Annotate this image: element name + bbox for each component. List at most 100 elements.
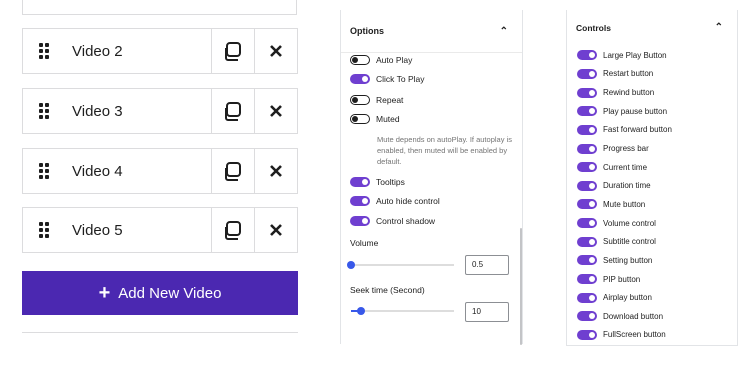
toggle-auto-hide-control[interactable]: Auto hide control xyxy=(350,196,440,206)
toggle-play-pause-button[interactable]: Play pause button xyxy=(577,102,672,121)
toggle-current-time[interactable]: Current time xyxy=(577,158,672,177)
seek-time-label: Seek time (Second) xyxy=(350,285,425,295)
duplicate-button[interactable] xyxy=(211,149,254,193)
toggle-auto-play[interactable]: Auto Play xyxy=(350,55,412,65)
video-title: Video 2 xyxy=(72,42,123,60)
video-list-panel: Video 2 Video 3 Video 4 Video 5 + Add Ne… xyxy=(0,0,320,369)
volume-input[interactable]: 0.5 xyxy=(465,255,509,275)
toggle-control-shadow[interactable]: Control shadow xyxy=(350,216,435,226)
toggle-label: Progress bar xyxy=(603,144,649,154)
toggle-switch[interactable] xyxy=(577,236,597,247)
remove-button[interactable] xyxy=(254,208,297,252)
toggle-progress-bar[interactable]: Progress bar xyxy=(577,139,672,158)
toggle-switch[interactable] xyxy=(350,55,370,65)
duplicate-button[interactable] xyxy=(211,89,254,133)
video-row-main[interactable]: Video 3 xyxy=(23,89,211,133)
slider-thumb[interactable] xyxy=(347,261,355,269)
scrollbar[interactable] xyxy=(520,228,522,345)
video-row-main[interactable]: Video 5 xyxy=(23,208,211,252)
seek-time-input[interactable]: 10 xyxy=(465,302,509,322)
drag-handle-icon[interactable] xyxy=(39,222,53,238)
drag-handle-icon[interactable] xyxy=(39,103,53,119)
remove-button[interactable] xyxy=(254,149,297,193)
toggle-switch[interactable] xyxy=(577,255,597,266)
toggle-switch[interactable] xyxy=(577,180,597,191)
chevron-up-icon[interactable]: ⌃ xyxy=(500,26,508,37)
toggle-switch[interactable] xyxy=(350,196,370,206)
toggle-volume-control[interactable]: Volume control xyxy=(577,214,672,233)
toggle-label: FullScreen button xyxy=(603,330,666,340)
toggle-rewind-button[interactable]: Rewind button xyxy=(577,83,672,102)
toggle-switch[interactable] xyxy=(577,329,597,340)
toggle-fullscreen-button[interactable]: FullScreen button xyxy=(577,326,672,345)
toggle-switch[interactable] xyxy=(350,114,370,124)
toggle-click-to-play[interactable]: Click To Play xyxy=(350,74,425,84)
toggle-subtitle-control[interactable]: Subtitle control xyxy=(577,232,672,251)
options-panel-header[interactable]: Options ⌃ xyxy=(341,10,522,53)
toggle-large-play-button[interactable]: Large Play Button xyxy=(577,46,672,65)
toggle-switch[interactable] xyxy=(577,143,597,154)
toggle-label: Control shadow xyxy=(376,216,436,226)
video-row-main[interactable]: Video 4 xyxy=(23,149,211,193)
drag-handle-icon[interactable] xyxy=(39,43,53,59)
close-icon xyxy=(270,105,282,117)
toggle-tooltips[interactable]: Tooltips xyxy=(350,177,405,187)
controls-panel-header[interactable]: Controls ⌃ xyxy=(567,10,737,45)
plus-icon: + xyxy=(98,282,111,304)
toggle-switch[interactable] xyxy=(350,74,370,84)
toggle-label: Rewind button xyxy=(603,88,655,98)
toggle-label: Download button xyxy=(603,311,664,321)
toggle-switch[interactable] xyxy=(577,274,597,284)
toggle-switch[interactable] xyxy=(350,177,370,187)
toggle-restart-button[interactable]: Restart button xyxy=(577,65,672,84)
toggle-switch[interactable] xyxy=(577,311,597,322)
remove-button[interactable] xyxy=(254,89,297,133)
toggle-label: Muted xyxy=(376,114,400,124)
volume-slider[interactable] xyxy=(347,261,454,269)
toggle-mute-button[interactable]: Mute button xyxy=(577,195,672,214)
toggle-airplay-button[interactable]: Airplay button xyxy=(577,288,672,307)
toggle-switch[interactable] xyxy=(577,68,597,79)
close-icon xyxy=(270,45,282,57)
duplicate-icon xyxy=(225,102,241,121)
previous-video-row xyxy=(22,0,297,15)
duplicate-button[interactable] xyxy=(211,208,254,252)
toggle-label: Click To Play xyxy=(376,74,425,84)
controls-title: Controls xyxy=(576,22,611,33)
toggle-switch[interactable] xyxy=(577,218,597,229)
duplicate-icon xyxy=(225,162,241,181)
toggle-pip-button[interactable]: PIP button xyxy=(577,270,672,289)
video-row: Video 2 xyxy=(22,28,298,74)
add-new-video-button[interactable]: + Add New Video xyxy=(22,271,298,315)
toggle-label: Fast forward button xyxy=(603,125,672,135)
toggle-repeat[interactable]: Repeat xyxy=(350,95,403,105)
video-row-main[interactable]: Video 2 xyxy=(23,29,211,73)
toggle-label: Auto hide control xyxy=(376,196,440,206)
video-title: Video 3 xyxy=(72,102,123,120)
toggle-switch[interactable] xyxy=(577,292,597,303)
chevron-up-icon[interactable]: ⌃ xyxy=(715,22,723,33)
toggle-label: PIP button xyxy=(603,274,641,284)
toggle-switch[interactable] xyxy=(350,216,370,226)
toggle-muted[interactable]: Muted xyxy=(350,114,400,124)
toggle-duration-time[interactable]: Duration time xyxy=(577,176,672,195)
toggle-switch[interactable] xyxy=(577,162,597,173)
seek-time-slider[interactable] xyxy=(351,307,454,315)
toggle-switch[interactable] xyxy=(577,87,597,98)
toggle-switch[interactable] xyxy=(577,124,597,135)
toggle-fast-forward-button[interactable]: Fast forward button xyxy=(577,121,672,140)
remove-button[interactable] xyxy=(254,29,297,73)
toggle-switch[interactable] xyxy=(577,199,597,210)
toggle-download-button[interactable]: Download button xyxy=(577,307,672,326)
toggle-label: Volume control xyxy=(603,218,656,228)
toggle-label: Setting button xyxy=(603,255,653,265)
toggle-switch[interactable] xyxy=(350,95,370,105)
toggle-setting-button[interactable]: Setting button xyxy=(577,251,672,270)
toggle-switch[interactable] xyxy=(577,50,597,61)
close-icon xyxy=(270,224,282,236)
slider-thumb[interactable] xyxy=(357,307,365,315)
duplicate-button[interactable] xyxy=(211,29,254,73)
toggle-switch[interactable] xyxy=(577,106,597,117)
toggle-label: Auto Play xyxy=(376,55,413,65)
drag-handle-icon[interactable] xyxy=(39,163,53,179)
